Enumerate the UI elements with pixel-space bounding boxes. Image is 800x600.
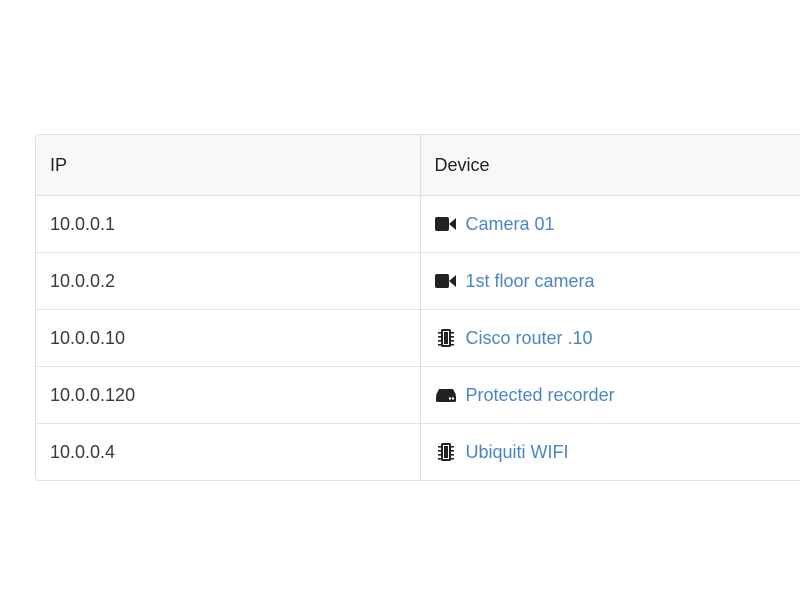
device-link[interactable]: Ubiquiti WIFI [466,442,569,463]
chip-icon [435,442,457,462]
ip-cell: 10.0.0.10 [36,309,420,367]
device-link[interactable]: Protected recorder [466,385,615,406]
device-table-container: IP Device 10.0.0.1 Camera 01 10.0.0.2 1s… [35,134,800,481]
ip-cell: 10.0.0.120 [36,366,420,424]
device-link[interactable]: Cisco router .10 [466,328,593,349]
table-row: 10.0.0.2 1st floor camera [36,252,800,310]
ip-cell: 10.0.0.4 [36,423,420,480]
table-row: 10.0.0.10 Cisco router .10 [36,309,800,367]
device-cell: Ubiquiti WIFI [419,423,800,480]
device-cell: Cisco router .10 [419,309,800,367]
device-cell: Camera 01 [419,195,800,253]
device-link[interactable]: Camera 01 [466,214,555,235]
video-camera-icon [434,271,457,291]
table-row: 10.0.0.120 Protected recorder [36,366,800,424]
table-row: 10.0.0.1 Camera 01 [36,195,800,253]
header-device: Device [419,135,800,196]
device-link[interactable]: 1st floor camera [466,271,595,292]
header-ip: IP [36,135,420,196]
device-table: IP Device 10.0.0.1 Camera 01 10.0.0.2 1s… [36,135,800,480]
device-cell: Protected recorder [419,366,800,424]
video-camera-icon [434,214,457,234]
ip-cell: 10.0.0.1 [50,213,116,234]
table-row: 10.0.0.4 Ubiquiti WIFI [36,423,800,480]
ip-cell: 10.0.0.2 [36,252,420,310]
chip-icon [435,328,457,348]
device-cell: 1st floor camera [419,252,800,310]
recorder-hdd-icon [435,385,457,405]
table-header-row: IP Device [36,135,800,196]
